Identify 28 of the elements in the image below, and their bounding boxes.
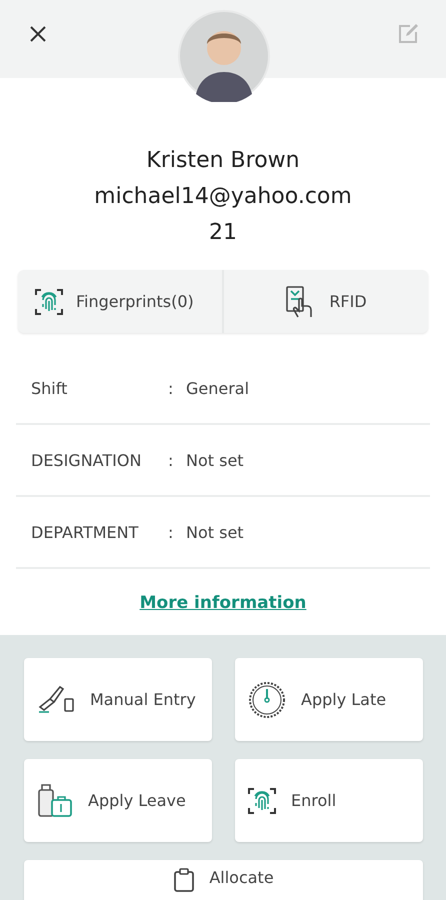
action-button[interactable]: Allocate: [24, 860, 423, 900]
detail-label: DEPARTMENT: [31, 522, 140, 542]
employee-email: michael14@yahoo.com: [94, 183, 352, 212]
detail-value: Not set: [186, 522, 244, 542]
detail-separator: :: [168, 450, 174, 470]
fingerprint-icon: [34, 286, 64, 317]
clock-icon: [247, 680, 287, 720]
action-button[interactable]: Manual Entry: [24, 658, 212, 741]
rfid-button[interactable]: RFID: [224, 270, 428, 333]
detail-separator: :: [168, 378, 174, 398]
fingerprints-button[interactable]: Fingerprints(0): [18, 270, 224, 333]
detail-value: Not set: [186, 450, 244, 470]
detail-label: Shift: [31, 378, 68, 398]
action-button[interactable]: Apply Leave: [24, 759, 212, 842]
luggage-icon: [36, 782, 74, 820]
action-button[interactable]: Enroll: [235, 759, 423, 842]
employee-name: Kristen Brown: [146, 147, 300, 176]
fingerprint-icon: [247, 786, 277, 816]
clipboard-icon: [173, 868, 196, 892]
detail-label: DESIGNATION: [31, 450, 142, 470]
hand-writing-icon: [36, 684, 76, 714]
more-information-link[interactable]: More information: [140, 593, 306, 613]
action-button[interactable]: Apply Late: [235, 658, 423, 741]
detail-separator: :: [168, 522, 174, 542]
employee-id: 21: [209, 219, 237, 248]
detail-value: General: [186, 378, 250, 398]
close-icon: [29, 25, 47, 43]
edit-icon: [397, 23, 419, 45]
